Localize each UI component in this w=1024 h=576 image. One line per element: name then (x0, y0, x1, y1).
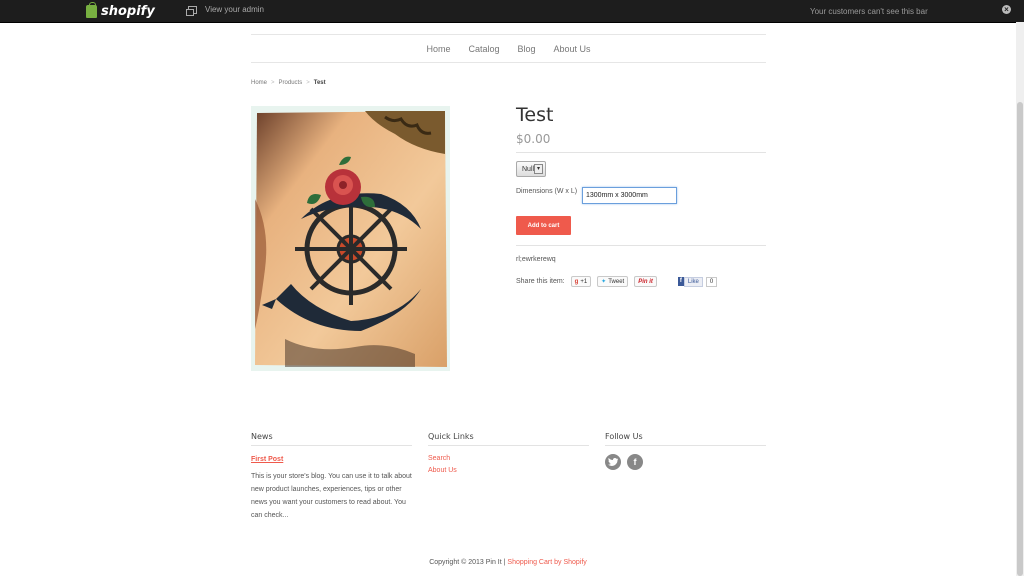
divider (516, 245, 766, 246)
chevron-down-icon: ▾ (534, 164, 543, 174)
nav-about-us[interactable]: About Us (554, 44, 591, 54)
google-plus-button[interactable]: g +1 (570, 276, 592, 287)
copyright: Copyright © 2013 Pin It | Shopping Cart … (0, 559, 1016, 566)
shopping-cart-link[interactable]: Shopping Cart by Shopify (507, 559, 586, 566)
breadcrumb-separator: > (271, 80, 275, 86)
nav-home[interactable]: Home (426, 44, 450, 54)
view-admin-link[interactable]: View your admin (186, 5, 264, 16)
facebook-like-label: Like (683, 276, 703, 287)
divider (516, 152, 766, 153)
main-nav: Home Catalog Blog About Us (251, 34, 766, 63)
shopify-logo-text: shopify (101, 3, 155, 19)
quick-link-about-us[interactable]: About Us (428, 467, 589, 474)
breadcrumb: Home > Products > Test (251, 80, 326, 86)
footer-news-heading: News (251, 432, 412, 446)
product-title: Test (516, 104, 554, 126)
google-plus-label: +1 (580, 278, 588, 285)
footer-follow-heading: Follow Us (605, 432, 766, 446)
google-plus-icon: g (574, 278, 579, 285)
footer-follow-us: Follow Us f (605, 432, 766, 470)
footer-quick-links-heading: Quick Links (428, 432, 589, 446)
quick-links-list: Search About Us (428, 455, 589, 474)
share-bar: Share this item: g +1 ✦ Tweet Pin it f Lik… (516, 276, 718, 287)
page-scrollbar[interactable] (1016, 22, 1024, 576)
tweet-button[interactable]: ✦ Tweet (597, 276, 629, 287)
tattoo-photo (255, 111, 447, 367)
pin-it-label: Pin it (638, 278, 653, 285)
variant-select[interactable]: Null ▾ (516, 161, 546, 177)
admin-bar: shopify View your admin Your customers c… (0, 0, 1024, 23)
close-icon[interactable]: × (1002, 5, 1011, 14)
product-image[interactable] (251, 106, 450, 371)
scrollbar-thumb[interactable] (1017, 102, 1023, 576)
pin-it-button[interactable]: Pin it (634, 276, 657, 287)
twitter-icon[interactable] (605, 454, 621, 470)
nav-catalog[interactable]: Catalog (468, 44, 499, 54)
tweet-label: Tweet (608, 278, 625, 285)
nav-blog[interactable]: Blog (518, 44, 536, 54)
dimensions-input[interactable]: 1300mm x 3000mm (582, 187, 677, 204)
shopify-bag-icon (86, 1, 97, 18)
shopify-logo[interactable]: shopify (86, 1, 155, 19)
share-label: Share this item: (516, 278, 565, 285)
breadcrumb-products[interactable]: Products (279, 80, 303, 86)
breadcrumb-current: Test (313, 80, 326, 86)
view-admin-label: View your admin (205, 5, 264, 14)
product-price: $0.00 (516, 132, 551, 146)
quick-link-search[interactable]: Search (428, 455, 589, 462)
news-post-title[interactable]: First Post (251, 456, 412, 463)
window-icon (186, 5, 197, 16)
product-description: rl;ewrkerewq (516, 256, 556, 263)
twitter-bird-icon: ✦ (601, 279, 607, 285)
facebook-like-count: 0 (705, 276, 718, 287)
facebook-icon[interactable]: f (627, 454, 643, 470)
dimensions-label: Dimensions (W x L) (516, 188, 578, 195)
admin-bar-note: Your customers can't see this bar (810, 7, 928, 16)
copyright-text: Copyright © 2013 Pin It | (429, 559, 506, 566)
add-to-cart-button[interactable]: Add to cart (516, 216, 571, 235)
facebook-like-button[interactable]: f Like 0 (677, 276, 718, 287)
breadcrumb-home[interactable]: Home (251, 80, 267, 86)
news-post-excerpt: This is your store's blog. You can use i… (251, 473, 412, 519)
footer-news: News First Post This is your store's blo… (251, 432, 412, 522)
social-icons: f (605, 454, 766, 470)
breadcrumb-separator: > (306, 80, 310, 86)
variant-select-value: Null (522, 165, 535, 173)
footer-quick-links: Quick Links Search About Us (428, 432, 589, 474)
